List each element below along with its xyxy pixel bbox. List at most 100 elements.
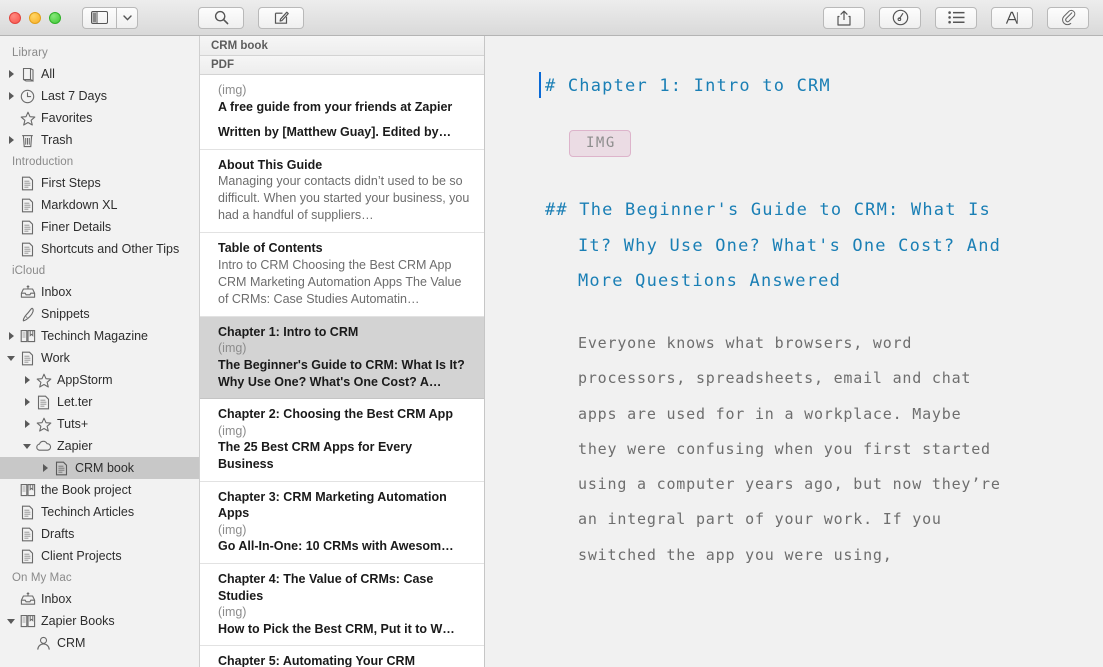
window-toolbar	[0, 0, 1103, 36]
list-item-title: Chapter 2: Choosing the Best CRM App	[218, 407, 453, 422]
sidebar-item-client-projects[interactable]: Client Projects	[0, 545, 199, 567]
sidebar-section-on-my-mac: On My Mac Inbox Zapier Books CRM	[0, 567, 199, 654]
search-icon	[214, 10, 228, 25]
sidebar-item-label: All	[41, 66, 55, 81]
sidebar-options-button[interactable]	[116, 6, 138, 29]
sidebar-item-inbox-icloud[interactable]: Inbox	[0, 281, 199, 303]
font-A-icon	[1005, 11, 1018, 24]
twisty-right-icon[interactable]	[20, 420, 34, 428]
editor-heading-1[interactable]: # Chapter 1: Intro to CRM	[539, 72, 1005, 98]
compose-button[interactable]	[258, 6, 304, 29]
list-item[interactable]: Chapter 3: CRM Marketing Automation Apps…	[200, 482, 484, 564]
sidebar-section-library: Library All Last 7 Days Favorites Trash	[0, 42, 199, 151]
list-pane-scroll-area[interactable]: (img) A free guide from your friends at …	[200, 75, 484, 667]
share-button[interactable]	[823, 6, 865, 29]
image-token[interactable]: IMG	[569, 130, 631, 157]
list-item-title: Table of Contents	[218, 241, 323, 256]
sidebar-item-last-7-days[interactable]: Last 7 Days	[0, 85, 199, 107]
list-item[interactable]: Chapter 2: Choosing the Best CRM App (im…	[200, 399, 484, 482]
pen-icon	[18, 307, 37, 322]
sidebar-item-tuts-plus[interactable]: Tuts+	[0, 413, 199, 435]
list-item-img-marker: (img)	[218, 423, 247, 438]
twisty-down-icon[interactable]	[4, 355, 18, 361]
sidebar-item-shortcuts-and-other-tips[interactable]: Shortcuts and Other Tips	[0, 238, 199, 260]
sidebar-item-finer-details[interactable]: Finer Details	[0, 216, 199, 238]
twisty-down-icon[interactable]	[20, 443, 34, 449]
sidebar-section-header: iCloud	[12, 265, 46, 277]
twisty-right-icon[interactable]	[4, 92, 18, 100]
sidebar-item-label: Client Projects	[41, 548, 122, 563]
editor-content[interactable]: # Chapter 1: Intro to CRM IMG ## The Beg…	[485, 72, 1045, 573]
sidebar-item-appstorm[interactable]: AppStorm	[0, 369, 199, 391]
sidebar-toggle-button[interactable]	[82, 6, 116, 29]
trash-icon	[18, 133, 37, 148]
list-pane-subheader: PDF	[200, 56, 484, 75]
library-sidebar[interactable]: Library All Last 7 Days Favorites Trash …	[0, 36, 200, 667]
sidebar-item-first-steps[interactable]: First Steps	[0, 172, 199, 194]
document-list-pane[interactable]: CRM book PDF (img) A free guide from you…	[200, 36, 485, 667]
list-item[interactable]: Chapter 5: Automating Your CRM (img) The…	[200, 646, 484, 667]
editor-heading-2[interactable]: ## The Beginner's Guide to CRM: What Is …	[545, 193, 1005, 300]
twisty-right-icon[interactable]	[4, 136, 18, 144]
sidebar-section-header: Library	[12, 47, 48, 59]
twisty-down-icon[interactable]	[4, 618, 18, 624]
sidebar-item-label: Inbox	[41, 591, 72, 606]
book-icon	[18, 483, 37, 497]
sidebar-item-all[interactable]: All	[0, 63, 199, 85]
twisty-right-icon[interactable]	[4, 70, 18, 78]
sidebar-section-icloud: iCloud Inbox Snippets Techinch Magazine …	[0, 260, 199, 567]
traffic-lights	[0, 11, 61, 24]
sidebar-item-markdown-xl[interactable]: Markdown XL	[0, 194, 199, 216]
document-icon	[18, 505, 37, 520]
sidebar-item-label: Snippets	[41, 306, 90, 321]
sidebar-item-work[interactable]: Work	[0, 347, 199, 369]
document-icon	[18, 176, 37, 191]
sidebar-item-label: Techinch Magazine	[41, 328, 149, 343]
list-item[interactable]: (img) A free guide from your friends at …	[200, 75, 484, 150]
zoom-window-button[interactable]	[49, 11, 61, 24]
sidebar-item-drafts[interactable]: Drafts	[0, 523, 199, 545]
sidebar-item-the-book-project[interactable]: the Book project	[0, 479, 199, 501]
toolbar-left-group	[82, 6, 138, 29]
list-item[interactable]: Table of Contents Intro to CRM Choosing …	[200, 233, 484, 317]
document-icon	[18, 351, 37, 366]
attachments-button[interactable]	[1047, 6, 1089, 29]
inbox-icon	[18, 285, 37, 299]
list-view-button[interactable]	[935, 6, 977, 29]
list-item-img-marker: (img)	[218, 522, 247, 537]
sidebar-item-letter[interactable]: Let.ter	[0, 391, 199, 413]
close-window-button[interactable]	[9, 11, 21, 24]
sidebar-item-techinch-magazine[interactable]: Techinch Magazine	[0, 325, 199, 347]
twisty-right-icon[interactable]	[20, 376, 34, 384]
sidebar-item-label: CRM	[57, 635, 86, 650]
sidebar-item-trash[interactable]: Trash	[0, 129, 199, 151]
twisty-right-icon[interactable]	[20, 398, 34, 406]
sidebar-item-zapier[interactable]: Zapier	[0, 435, 199, 457]
fonts-button[interactable]	[991, 6, 1033, 29]
search-button[interactable]	[198, 6, 244, 29]
sidebar-item-zapier-books[interactable]: Zapier Books	[0, 610, 199, 632]
sidebar-item-crm[interactable]: CRM	[0, 632, 199, 654]
sidebar-item-inbox-local[interactable]: Inbox	[0, 588, 199, 610]
twisty-right-icon[interactable]	[38, 464, 52, 472]
sidebar-item-favorites[interactable]: Favorites	[0, 107, 199, 129]
sidebar-icon	[91, 11, 108, 24]
sidebar-item-label: Favorites	[41, 110, 93, 125]
editor-paragraph[interactable]: Everyone knows what browsers, word proce…	[545, 326, 1005, 573]
list-item[interactable]: About This Guide Managing your contacts …	[200, 150, 484, 234]
statistics-button[interactable]	[879, 6, 921, 29]
list-item-img-marker: (img)	[218, 605, 247, 619]
minimize-window-button[interactable]	[29, 11, 41, 24]
sidebar-item-crm-book[interactable]: CRM book	[0, 457, 199, 479]
document-icon	[18, 242, 37, 257]
markdown-editor[interactable]: # Chapter 1: Intro to CRM IMG ## The Beg…	[485, 36, 1103, 667]
list-item[interactable]: Chapter 1: Intro to CRM (img) The Beginn…	[200, 316, 484, 400]
twisty-right-icon[interactable]	[4, 332, 18, 340]
sidebar-item-techinch-articles[interactable]: Techinch Articles	[0, 501, 199, 523]
sidebar-item-label: Inbox	[41, 284, 72, 299]
sidebar-item-snippets[interactable]: Snippets	[0, 303, 199, 325]
list-item[interactable]: Chapter 4: The Value of CRMs: Case Studi…	[200, 564, 484, 647]
list-item-extra: Written by [Matthew Guay]. Edited by…	[218, 125, 452, 139]
editor-image-token-row: IMG	[545, 130, 1005, 193]
toolbar-mid-group	[198, 6, 304, 29]
